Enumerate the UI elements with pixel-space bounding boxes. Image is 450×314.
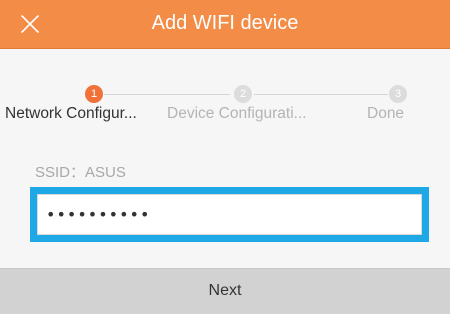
step-1-indicator: 1 bbox=[85, 85, 103, 103]
step-number: 2 bbox=[239, 88, 247, 100]
password-input[interactable] bbox=[37, 194, 422, 235]
step-3-label: Done bbox=[367, 105, 405, 122]
step-2-label: Device Configurati... bbox=[167, 105, 307, 122]
ssid-label: SSID：ASUS bbox=[35, 164, 126, 181]
step-number: 3 bbox=[394, 88, 402, 100]
step-1-label: Network Configur... bbox=[5, 105, 137, 122]
app-header: Add WIFI device bbox=[0, 0, 450, 49]
password-focus-highlight bbox=[30, 187, 429, 242]
step-3-indicator: 3 bbox=[389, 85, 407, 103]
step-number: 1 bbox=[90, 88, 98, 100]
next-button[interactable]: Next bbox=[0, 268, 450, 314]
page-title: Add WIFI device bbox=[151, 12, 299, 34]
stepper-connector bbox=[254, 94, 388, 95]
stepper-connector bbox=[104, 94, 230, 95]
step-2-indicator: 2 bbox=[234, 85, 252, 103]
